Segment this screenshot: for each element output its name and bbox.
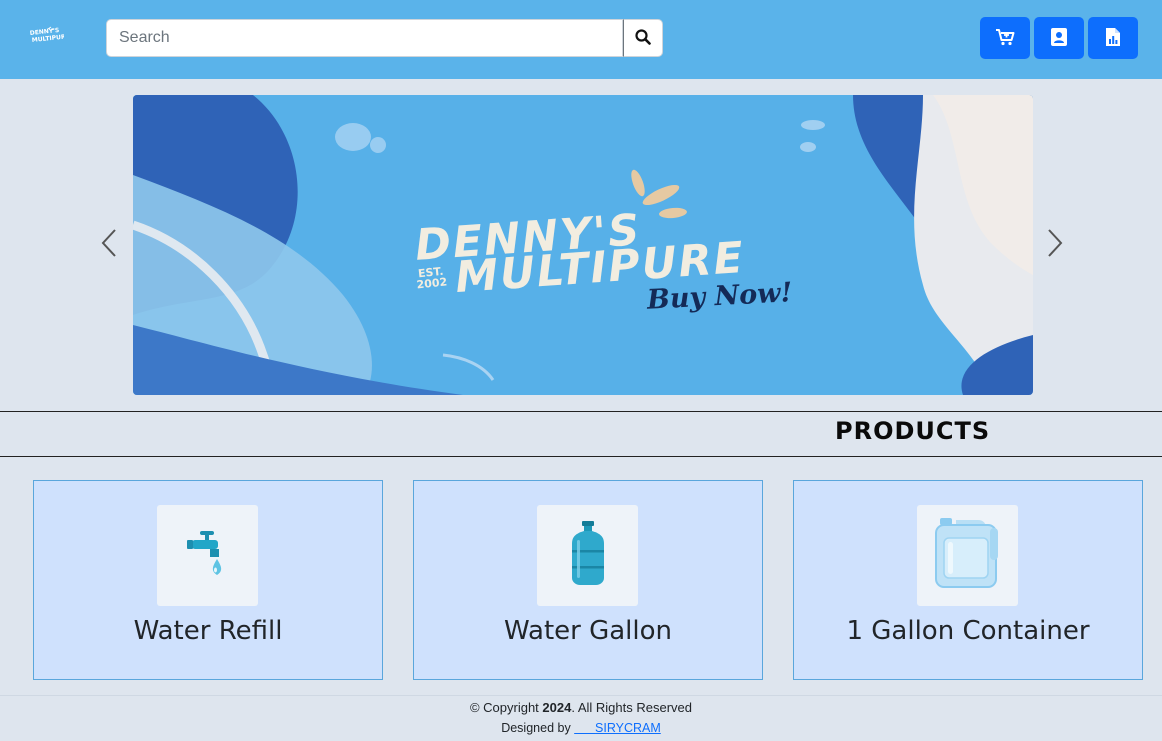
- product-title: 1 Gallon Container: [846, 616, 1090, 646]
- designer-link-text[interactable]: SIRYCRAM: [595, 721, 661, 735]
- banner-cta: Buy Now!: [646, 277, 794, 316]
- brand-logo[interactable]: DENNY'S MULTIPURE: [28, 26, 64, 48]
- product-card-water-gallon[interactable]: Water Gallon: [413, 480, 763, 680]
- product-title: Water Refill: [133, 616, 283, 646]
- water-jug-icon: [568, 520, 608, 591]
- report-button[interactable]: [1088, 17, 1138, 59]
- search-input[interactable]: [106, 19, 624, 57]
- cart-plus-icon: [995, 28, 1015, 49]
- product-card-gallon-container[interactable]: 1 Gallon Container: [793, 480, 1143, 680]
- banner-est-label: EST. 2002: [415, 265, 448, 292]
- copyright-suffix: . All Rights Reserved: [571, 700, 693, 715]
- search-bar: [106, 19, 663, 57]
- file-chart-icon: [1105, 27, 1121, 50]
- top-navbar: DENNY'S MULTIPURE: [0, 0, 1162, 79]
- footer: © Copyright 2024. All Rights Reserved De…: [0, 695, 1162, 741]
- designer-line: Designed by SIRYCRAM: [0, 721, 1162, 735]
- chevron-left-icon: [100, 228, 118, 263]
- product-thumb: [917, 505, 1018, 606]
- products-heading: PRODUCTS: [835, 417, 991, 445]
- faucet-icon: [186, 527, 230, 584]
- designed-by-label: Designed by: [501, 721, 575, 735]
- product-thumb: [157, 505, 258, 606]
- chevron-right-icon: [1046, 228, 1064, 263]
- designer-link[interactable]: SIRYCRAM: [574, 721, 661, 735]
- product-thumb: [537, 505, 638, 606]
- copyright-line: © Copyright 2024. All Rights Reserved: [0, 700, 1162, 715]
- product-card-water-refill[interactable]: Water Refill: [33, 480, 383, 680]
- cart-button[interactable]: [980, 17, 1030, 59]
- search-button[interactable]: [623, 19, 663, 57]
- copyright-prefix: © Copyright: [469, 700, 543, 715]
- user-badge-icon: [1050, 27, 1068, 50]
- product-title: Water Gallon: [503, 616, 673, 646]
- copyright-year: 2024: [542, 700, 572, 715]
- gallon-container-icon: [934, 516, 1002, 595]
- hero-banner[interactable]: DENNY'S MULTIPURE EST. 2002 Buy Now!: [133, 95, 1033, 395]
- account-button[interactable]: [1034, 17, 1084, 59]
- banner-text-layer: DENNY'S MULTIPURE EST. 2002 Buy Now!: [133, 95, 1033, 395]
- banner-est-line2: 2002: [415, 275, 448, 292]
- carousel-next-button[interactable]: [1043, 228, 1067, 262]
- carousel-prev-button[interactable]: [97, 228, 121, 262]
- search-icon: [635, 28, 651, 48]
